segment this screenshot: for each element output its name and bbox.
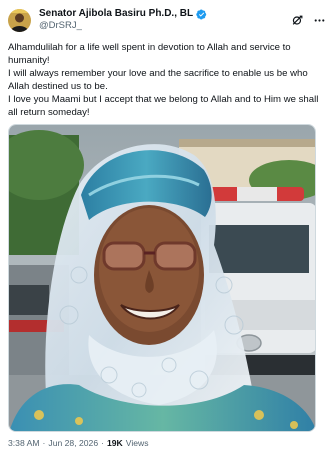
meta-separator: · — [42, 438, 46, 448]
more-horizontal-icon[interactable] — [313, 14, 326, 27]
tweet-text-line: I will always remember your love and the… — [8, 68, 308, 92]
avatar[interactable] — [8, 8, 31, 32]
tweet-header: Senator Ajibola Basiru Ph.D., BL @DrSRJ_ — [8, 6, 328, 34]
tweet-photo[interactable] — [8, 124, 316, 432]
author-handle[interactable]: @DrSRJ_ — [39, 20, 291, 32]
views-count[interactable]: 19K — [107, 438, 123, 448]
photo-illustration — [9, 125, 315, 431]
author-display-name[interactable]: Senator Ajibola Basiru Ph.D., BL — [39, 8, 193, 20]
author-names: Senator Ajibola Basiru Ph.D., BL @DrSRJ_ — [39, 8, 291, 32]
tweet: Senator Ajibola Basiru Ph.D., BL @DrSRJ_ — [0, 0, 336, 450]
header-actions — [291, 14, 326, 27]
verified-badge-icon — [196, 9, 207, 19]
tweet-text-line: Alhamdulilah for a life well spent in de… — [8, 42, 291, 66]
post-time[interactable]: 3:38 AM — [8, 438, 40, 448]
grok-icon[interactable] — [291, 14, 304, 27]
tweet-text: Alhamdulilah for a life well spent in de… — [8, 41, 328, 119]
tweet-meta: 3:38 AM · Jun 28, 2026 · 19K Views — [8, 438, 328, 448]
meta-separator: · — [101, 438, 104, 448]
views-label: Views — [125, 438, 149, 448]
tweet-text-line: I love you Maami but I accept that we be… — [8, 94, 319, 118]
post-date[interactable]: Jun 28, 2026 — [48, 438, 98, 448]
